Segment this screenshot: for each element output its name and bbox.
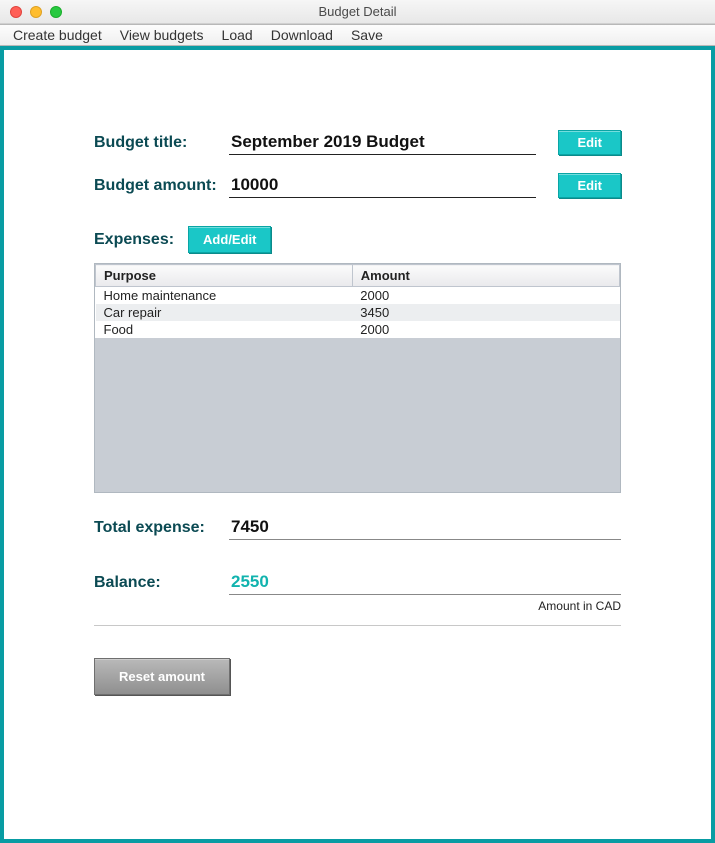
cell-amount: 3450 [352, 304, 619, 321]
cell-amount: 2000 [352, 321, 619, 338]
expenses-table: Purpose Amount Home maintenance 2000 Car… [95, 264, 620, 338]
currency-note: Amount in CAD [94, 599, 621, 613]
col-amount[interactable]: Amount [352, 265, 619, 287]
total-expense-label: Total expense: [94, 519, 229, 537]
cell-purpose: Home maintenance [96, 287, 353, 305]
expenses-header-row: Expenses: Add/Edit [94, 226, 621, 253]
balance-label: Balance: [94, 574, 229, 592]
cell-amount: 2000 [352, 287, 619, 305]
expenses-label: Expenses: [94, 231, 174, 249]
cell-purpose: Food [96, 321, 353, 338]
reset-amount-button[interactable]: Reset amount [94, 658, 230, 695]
budget-title-label: Budget title: [94, 134, 229, 152]
table-row[interactable]: Car repair 3450 [96, 304, 620, 321]
table-row[interactable]: Home maintenance 2000 [96, 287, 620, 305]
menubar: Create budget View budgets Load Download… [0, 24, 715, 46]
col-purpose[interactable]: Purpose [96, 265, 353, 287]
menu-view-budgets[interactable]: View budgets [111, 27, 213, 43]
total-expense-row: Total expense: [94, 515, 621, 540]
budget-amount-input[interactable] [229, 173, 536, 198]
divider [94, 625, 621, 626]
budget-title-row: Budget title: Edit [94, 130, 621, 155]
window-title: Budget Detail [0, 4, 715, 19]
budget-amount-label: Budget amount: [94, 177, 229, 195]
balance-field[interactable] [229, 570, 621, 595]
zoom-icon[interactable] [50, 6, 62, 18]
cell-purpose: Car repair [96, 304, 353, 321]
budget-title-input[interactable] [229, 130, 536, 155]
expenses-table-wrap: Purpose Amount Home maintenance 2000 Car… [94, 263, 621, 493]
close-icon[interactable] [10, 6, 22, 18]
app-window: Budget Detail Create budget View budgets… [0, 0, 715, 843]
content: Budget title: Edit Budget amount: Edit E… [4, 50, 711, 695]
edit-amount-button[interactable]: Edit [558, 173, 621, 198]
add-edit-expense-button[interactable]: Add/Edit [188, 226, 271, 253]
total-expense-field[interactable] [229, 515, 621, 540]
menu-save[interactable]: Save [342, 27, 392, 43]
menu-load[interactable]: Load [213, 27, 262, 43]
window-controls [10, 6, 62, 18]
budget-amount-row: Budget amount: Edit [94, 173, 621, 198]
table-row[interactable]: Food 2000 [96, 321, 620, 338]
balance-row: Balance: [94, 570, 621, 595]
menu-create-budget[interactable]: Create budget [4, 27, 111, 43]
content-frame: Budget title: Edit Budget amount: Edit E… [0, 46, 715, 843]
edit-title-button[interactable]: Edit [558, 130, 621, 155]
menu-download[interactable]: Download [262, 27, 342, 43]
titlebar: Budget Detail [0, 0, 715, 24]
minimize-icon[interactable] [30, 6, 42, 18]
